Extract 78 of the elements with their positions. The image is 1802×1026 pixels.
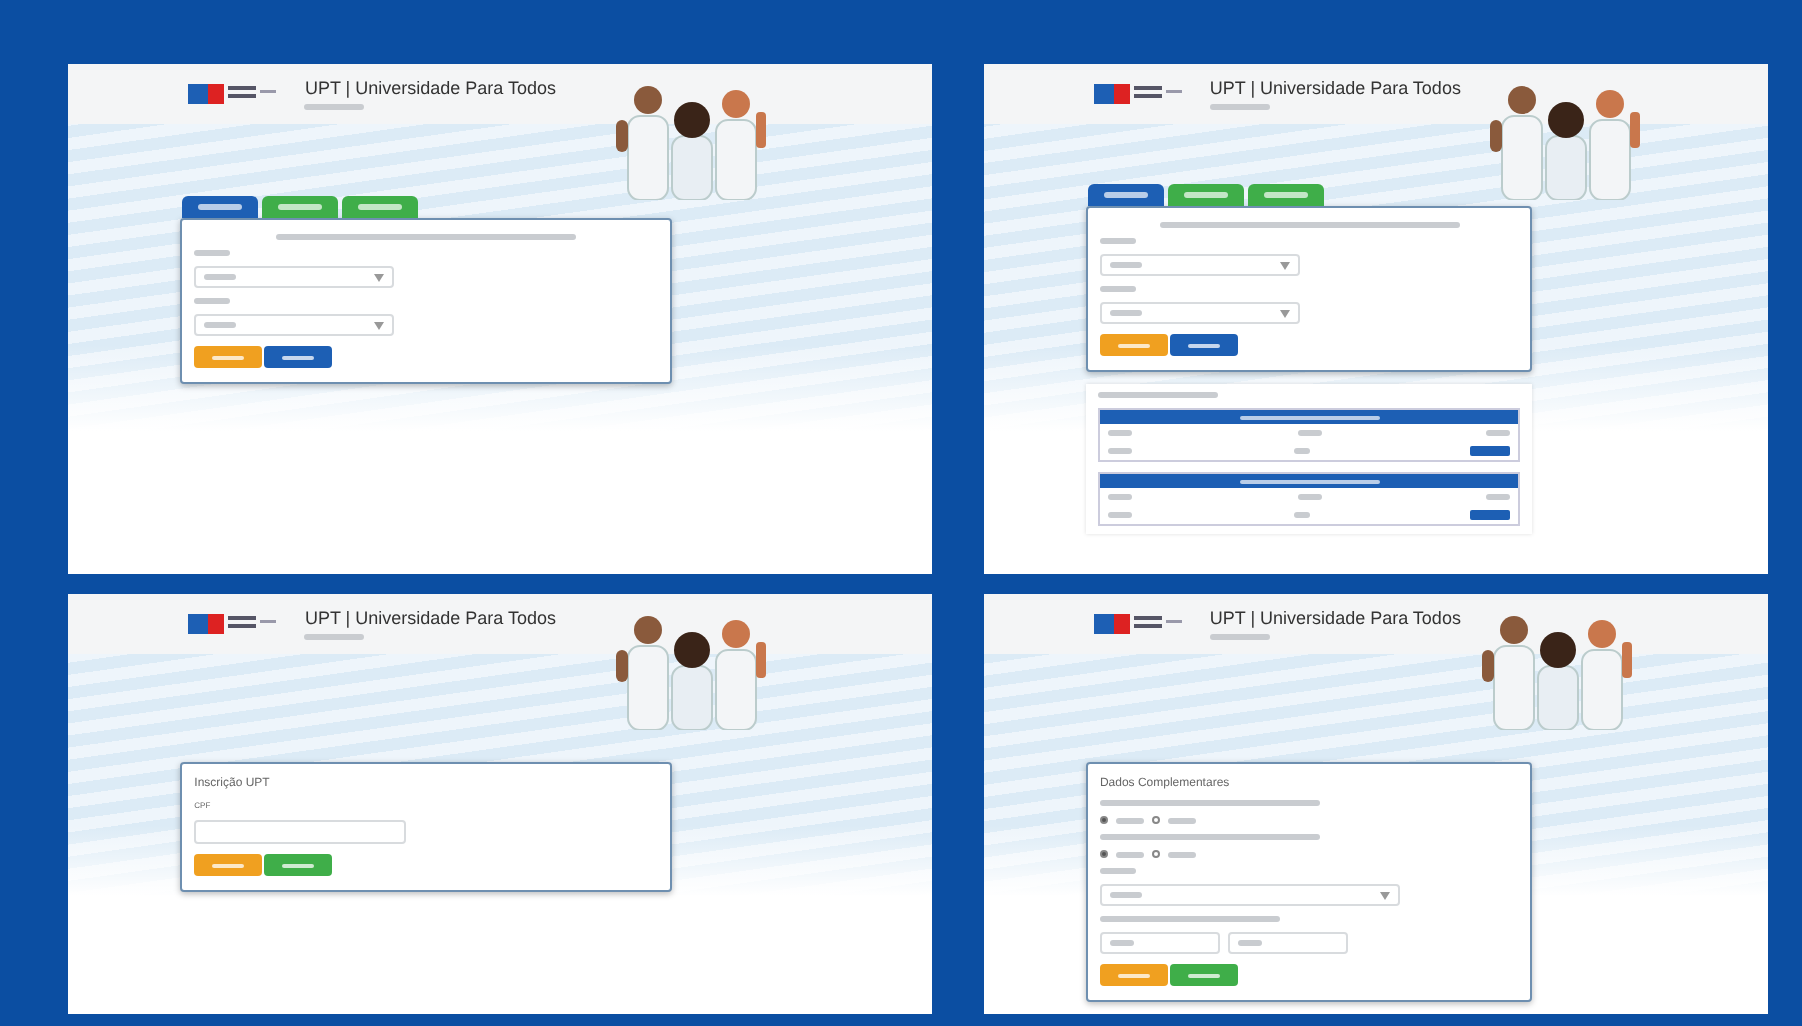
radio-button[interactable] xyxy=(1151,850,1160,858)
column-header xyxy=(1297,494,1322,500)
caret-icon xyxy=(374,273,385,281)
tab[interactable] xyxy=(342,196,419,218)
blurred-text xyxy=(304,634,365,640)
site-title: UPT | Universidade Para Todos xyxy=(304,78,557,98)
tab-label xyxy=(1103,192,1148,198)
logo-icon xyxy=(188,82,277,106)
select-field[interactable] xyxy=(1099,302,1300,324)
input-field[interactable] xyxy=(1227,932,1348,954)
logo-icon xyxy=(1093,612,1182,636)
blurred-text xyxy=(304,104,365,110)
action-button[interactable] xyxy=(1169,334,1238,356)
field-label xyxy=(194,250,231,256)
tab-label xyxy=(278,204,323,210)
radio-button[interactable] xyxy=(1099,850,1108,858)
action-button[interactable] xyxy=(1099,964,1168,986)
field-label xyxy=(1099,868,1136,874)
site-title: UPT | Universidade Para Todos xyxy=(1209,608,1461,628)
select-value xyxy=(204,274,237,280)
caret-icon xyxy=(1279,309,1290,317)
option-label xyxy=(1167,817,1196,823)
caret-icon xyxy=(1379,891,1390,899)
select-field[interactable] xyxy=(1099,254,1300,276)
tab[interactable] xyxy=(262,196,339,218)
site-title: UPT | Universidade Para Todos xyxy=(304,608,557,628)
tab-label xyxy=(1183,192,1228,198)
column-header xyxy=(1486,430,1511,436)
tab[interactable] xyxy=(1167,184,1244,206)
column-header xyxy=(1107,430,1132,436)
logo-icon xyxy=(188,612,277,636)
tab-label xyxy=(1263,192,1308,198)
action-button[interactable] xyxy=(194,346,263,368)
select-field[interactable] xyxy=(194,266,395,288)
action-button[interactable] xyxy=(1099,334,1168,356)
action-button[interactable] xyxy=(264,854,333,876)
table-cell xyxy=(1293,448,1310,454)
select-value xyxy=(1109,310,1142,316)
table-cell xyxy=(1293,512,1310,518)
field-label xyxy=(1099,286,1136,292)
select-value xyxy=(1109,892,1142,898)
select-value xyxy=(1109,262,1142,268)
row-button[interactable] xyxy=(1470,510,1511,520)
logo-icon xyxy=(1093,82,1182,106)
input-field[interactable] xyxy=(194,820,407,844)
column-header xyxy=(1486,494,1511,500)
select-value xyxy=(204,322,237,328)
field-label xyxy=(194,298,231,304)
field-value xyxy=(1237,940,1262,946)
select-field[interactable] xyxy=(194,314,395,336)
column-header xyxy=(1297,430,1322,436)
select-field[interactable] xyxy=(1099,884,1400,906)
tab-label xyxy=(198,204,243,210)
field-label xyxy=(1099,238,1136,244)
blurred-text xyxy=(1209,634,1270,640)
action-button[interactable] xyxy=(264,346,333,368)
tab[interactable] xyxy=(1247,184,1324,206)
tab-label xyxy=(358,204,403,210)
option-label xyxy=(1115,851,1144,857)
option-label xyxy=(1115,817,1144,823)
radio-button[interactable] xyxy=(1099,816,1108,824)
results-heading xyxy=(1097,392,1218,398)
radio-button[interactable] xyxy=(1151,816,1160,824)
table-cell xyxy=(1107,512,1132,518)
action-button[interactable] xyxy=(1169,964,1238,986)
tab[interactable] xyxy=(182,196,259,218)
caret-icon xyxy=(1279,261,1290,269)
row-button[interactable] xyxy=(1470,446,1511,456)
input-field[interactable] xyxy=(1099,932,1220,954)
site-title: UPT | Universidade Para Todos xyxy=(1209,78,1461,98)
column-header xyxy=(1107,494,1132,500)
table-cell xyxy=(1107,448,1132,454)
option-label xyxy=(1167,851,1196,857)
action-button[interactable] xyxy=(194,854,263,876)
field-value xyxy=(1109,940,1134,946)
caret-icon xyxy=(374,321,385,329)
blurred-text xyxy=(1209,104,1270,110)
tab[interactable] xyxy=(1087,184,1164,206)
